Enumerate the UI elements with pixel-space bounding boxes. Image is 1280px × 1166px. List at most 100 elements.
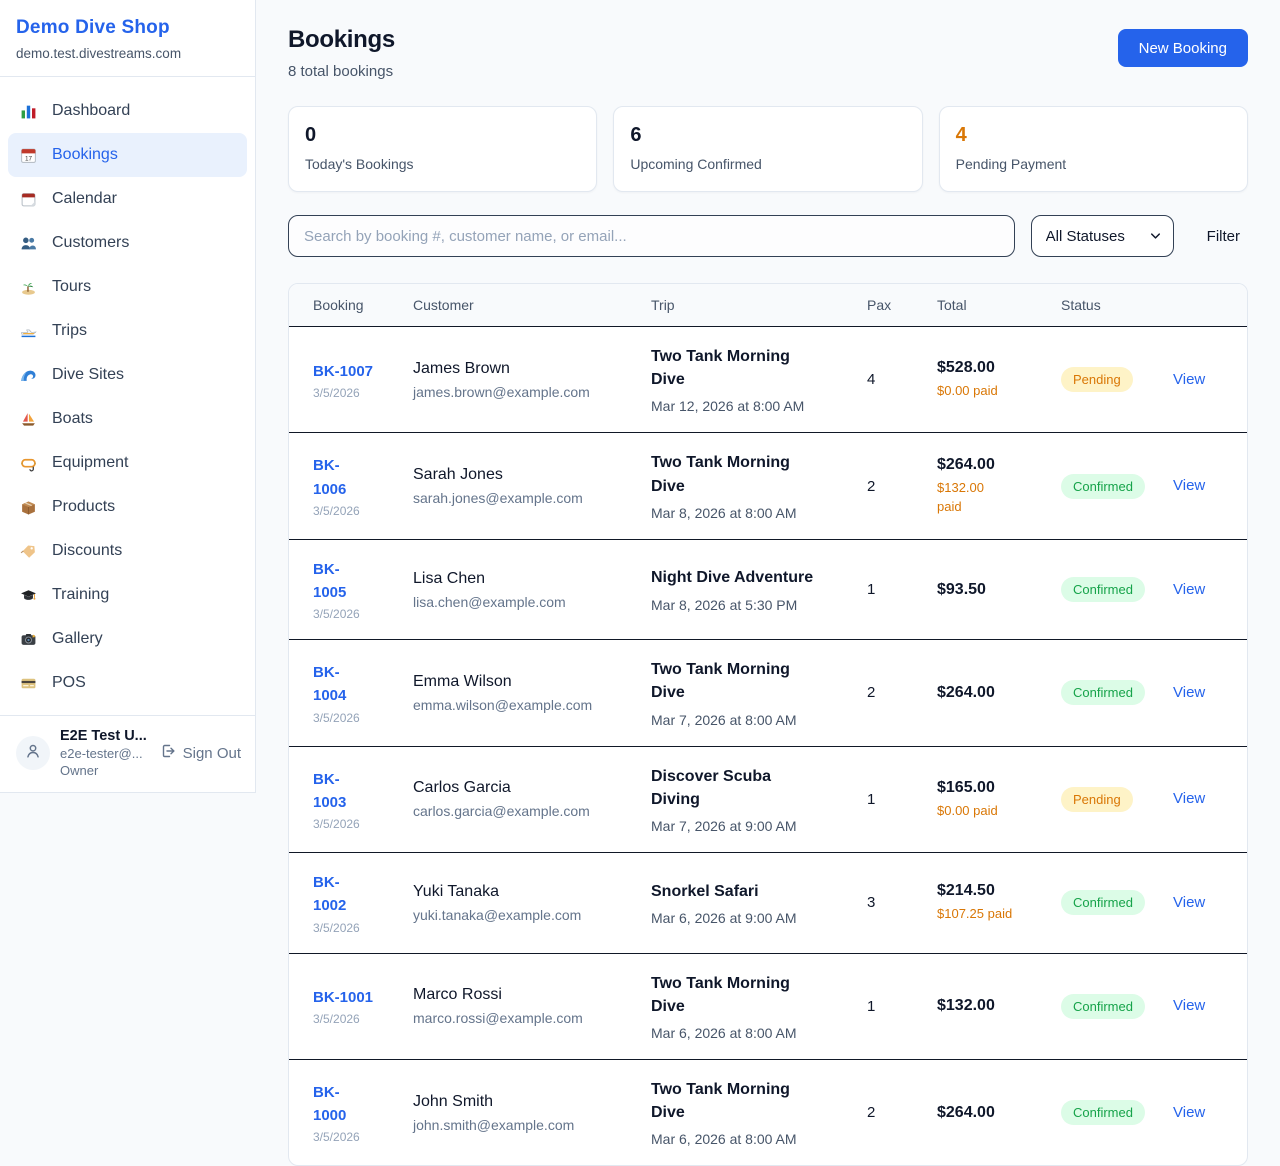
trip-cell: Night Dive AdventureMar 8, 2026 at 5:30 …: [639, 539, 855, 640]
svg-text:17: 17: [24, 155, 32, 162]
sidebar-item-label: Dashboard: [52, 102, 130, 120]
view-link[interactable]: View: [1173, 371, 1205, 388]
view-link[interactable]: View: [1173, 477, 1205, 494]
customer-email: marco.rossi@example.com: [413, 1010, 627, 1026]
sidebar-item-training[interactable]: Training: [8, 573, 247, 617]
boats-icon: [18, 411, 38, 428]
stat-label: Today's Bookings: [305, 156, 580, 172]
view-link[interactable]: View: [1173, 684, 1205, 701]
bookings-icon: 17: [18, 147, 38, 164]
trip-cell: Two Tank Morning Dive Mar 6, 2026 at 8:00…: [639, 1059, 855, 1165]
pax-cell: 1: [855, 953, 925, 1059]
status-badge: Confirmed: [1061, 474, 1145, 499]
sidebar-item-gallery[interactable]: Gallery: [8, 617, 247, 661]
total-cell: $264.00: [925, 640, 1049, 746]
sidebar-item-tours[interactable]: Tours: [8, 265, 247, 309]
total-amount: $165.00: [937, 779, 1037, 797]
trip-datetime: Mar 7, 2026 at 9:00 AM: [651, 818, 843, 834]
trip-cell: Two Tank Morning Dive Mar 7, 2026 at 8:00…: [639, 640, 855, 746]
view-link[interactable]: View: [1173, 790, 1205, 807]
view-link[interactable]: View: [1173, 581, 1205, 598]
booking-id-link[interactable]: BK- 1005: [313, 558, 389, 605]
search-input[interactable]: [288, 215, 1015, 257]
booking-date: 3/5/2026: [313, 711, 389, 725]
table-row: BK- 10003/5/2026John Smithjohn.smith@exa…: [289, 1059, 1247, 1165]
page-header: Bookings 8 total bookings New Booking: [288, 26, 1248, 80]
stat-label: Upcoming Confirmed: [630, 156, 905, 172]
sidebar-item-dashboard[interactable]: Dashboard: [8, 89, 247, 133]
sidebar-item-label: Customers: [52, 234, 129, 252]
table-row: BK-10013/5/2026Marco Rossimarco.rossi@ex…: [289, 953, 1247, 1059]
table-row: BK- 1006 3/5/2026 Sarah Jonessarah.jones@e…: [289, 433, 1247, 539]
sidebar-nav: Dashboard 17BookingsCalendar Customers Tour…: [0, 77, 255, 715]
table-row: BK- 10023/5/2026Yuki Tanakayuki.tanaka@e…: [289, 853, 1247, 954]
sidebar-item-label: Dive Sites: [52, 366, 124, 384]
status-cell: Confirmed: [1049, 433, 1161, 539]
filter-button[interactable]: Filter: [1207, 228, 1240, 245]
trip-cell: Snorkel SafariMar 6, 2026 at 9:00 AM: [639, 853, 855, 954]
sidebar-item-equipment[interactable]: Equipment: [8, 441, 247, 485]
column-header-booking: Booking: [289, 284, 401, 327]
actions-cell: View: [1161, 539, 1247, 640]
booking-date: 3/5/2026: [313, 817, 389, 831]
status-filter-select[interactable]: All Statuses: [1031, 215, 1174, 257]
view-link[interactable]: View: [1173, 1104, 1205, 1121]
sidebar-item-label: Trips: [52, 322, 87, 340]
customer-email: emma.wilson@example.com: [413, 697, 627, 713]
discounts-icon: [18, 543, 38, 560]
pos-icon: [18, 675, 38, 692]
sign-out-button[interactable]: Sign Out: [160, 743, 241, 763]
booking-id-link[interactable]: BK- 1002: [313, 871, 389, 918]
sidebar-item-calendar[interactable]: Calendar: [8, 177, 247, 221]
total-cell: $214.50$107.25 paid: [925, 853, 1049, 954]
view-link[interactable]: View: [1173, 997, 1205, 1014]
trip-name: Snorkel Safari: [651, 880, 843, 903]
trip-datetime: Mar 6, 2026 at 8:00 AM: [651, 1131, 843, 1147]
trip-name: Two Tank Morning Dive: [651, 658, 843, 704]
sidebar-item-customers[interactable]: Customers: [8, 221, 247, 265]
sidebar-item-discounts[interactable]: Discounts: [8, 529, 247, 573]
sidebar-item-trips[interactable]: Trips: [8, 309, 247, 353]
sidebar-item-pos[interactable]: POS: [8, 661, 247, 705]
sidebar-item-products[interactable]: Products: [8, 485, 247, 529]
total-cell: $132.00: [925, 953, 1049, 1059]
sidebar-item-label: Training: [52, 586, 109, 604]
stat-card-upcoming-confirmed: 6 Upcoming Confirmed: [613, 106, 922, 192]
customer-name: Emma Wilson: [413, 673, 627, 691]
booking-cell: BK- 10023/5/2026: [289, 853, 401, 954]
booking-id-link[interactable]: BK- 1006: [313, 454, 389, 501]
column-header-total: Total: [925, 284, 1049, 327]
customer-cell: Marco Rossimarco.rossi@example.com: [401, 953, 639, 1059]
customer-cell: Sarah Jonessarah.jones@example.com: [401, 433, 639, 539]
pax-cell: 4: [855, 327, 925, 433]
actions-cell: View: [1161, 853, 1247, 954]
status-cell: Pending: [1049, 327, 1161, 433]
bookings-count: 8 total bookings: [288, 63, 395, 80]
sidebar-item-dive-sites[interactable]: Dive Sites: [8, 353, 247, 397]
trip-datetime: Mar 7, 2026 at 8:00 AM: [651, 712, 843, 728]
user-role: Owner: [60, 763, 150, 778]
booking-id-link[interactable]: BK- 1000: [313, 1081, 389, 1128]
dive-sites-icon: [18, 367, 38, 384]
booking-id-link[interactable]: BK-1007: [313, 360, 389, 383]
booking-cell: BK- 10053/5/2026: [289, 539, 401, 640]
booking-id-link[interactable]: BK-1001: [313, 986, 389, 1009]
booking-date: 3/5/2026: [313, 504, 389, 518]
sidebar-item-bookings[interactable]: 17Bookings: [8, 133, 247, 177]
booking-id-link[interactable]: BK- 1003: [313, 768, 389, 815]
booking-id-link[interactable]: BK- 1004: [313, 661, 389, 708]
status-badge: Confirmed: [1061, 577, 1145, 602]
stat-value: 6: [630, 124, 905, 147]
customer-name: Yuki Tanaka: [413, 883, 627, 901]
pax-cell: 1: [855, 539, 925, 640]
new-booking-button[interactable]: New Booking: [1118, 29, 1248, 67]
view-link[interactable]: View: [1173, 894, 1205, 911]
trip-name: Discover Scuba Diving: [651, 765, 843, 811]
stat-value: 4: [956, 124, 1231, 147]
trip-name: Two Tank Morning Dive: [651, 451, 843, 497]
total-cell: $264.00$132.00 paid: [925, 433, 1049, 539]
products-icon: [18, 499, 38, 516]
trip-name: Two Tank Morning Dive: [651, 1078, 843, 1124]
sidebar-item-boats[interactable]: Boats: [8, 397, 247, 441]
booking-cell: BK- 1006 3/5/2026: [289, 433, 401, 539]
